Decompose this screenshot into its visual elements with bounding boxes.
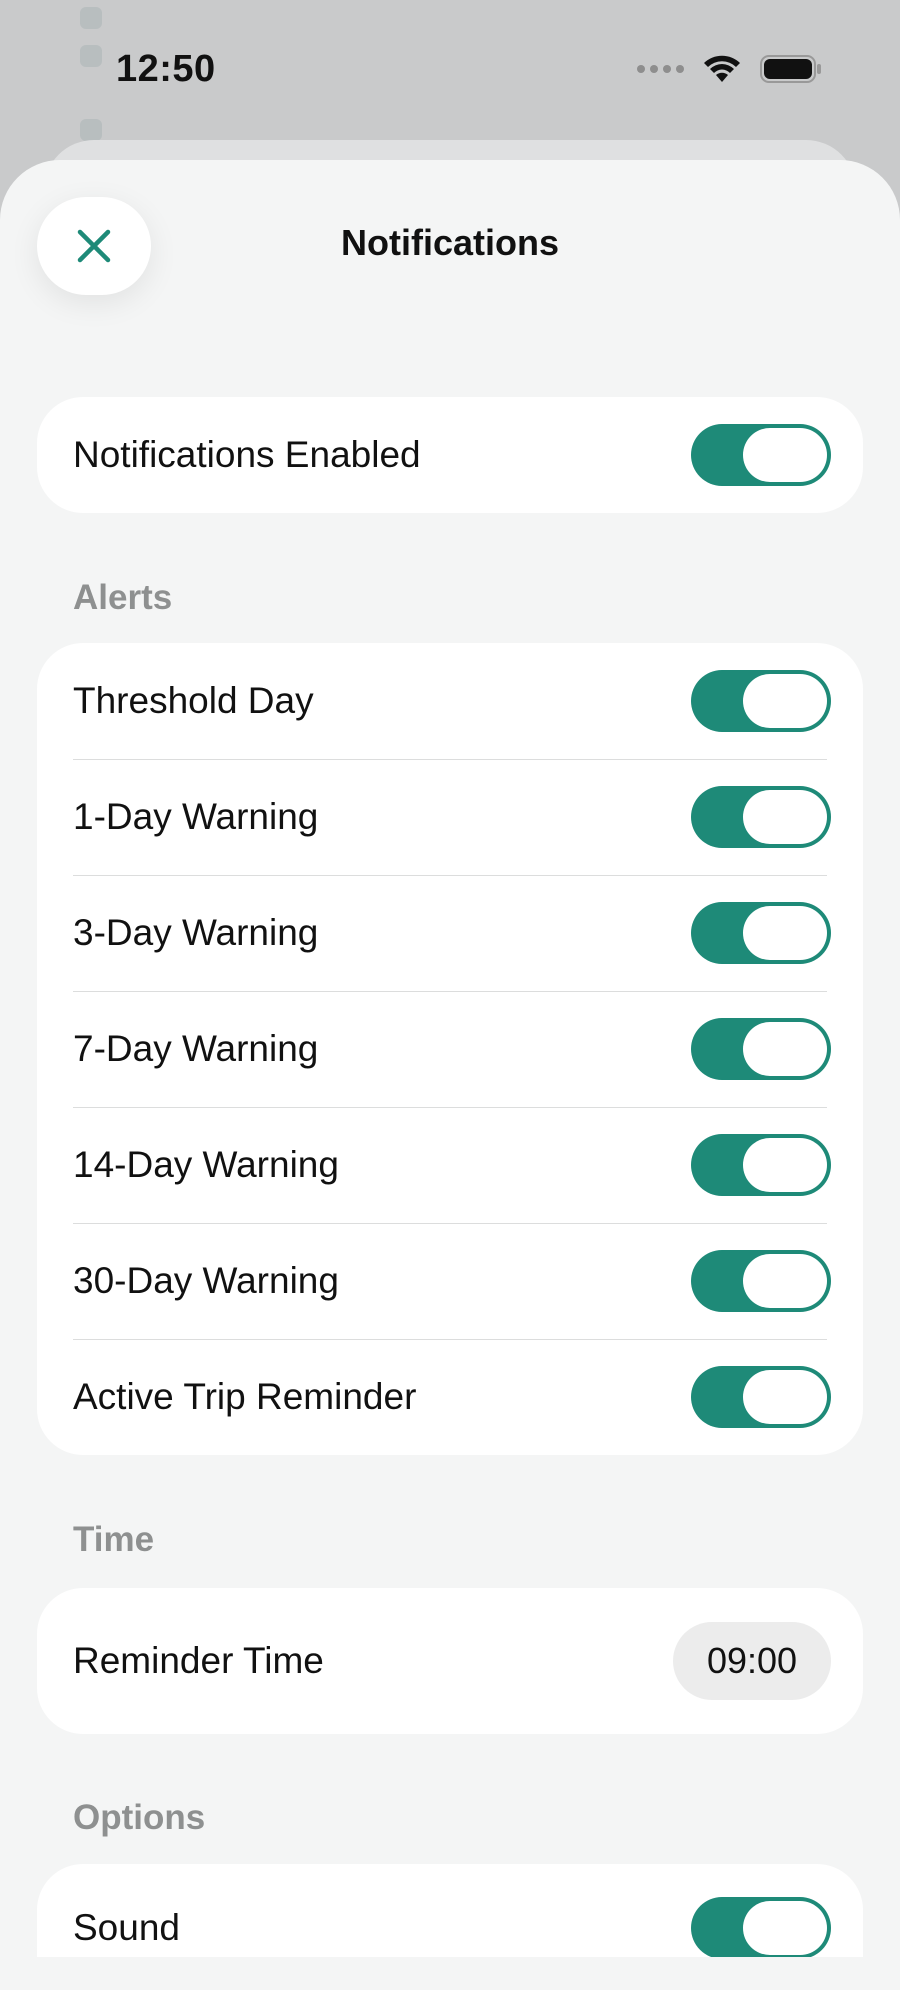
toggle-knob [743, 1138, 827, 1192]
reminder-time-picker[interactable]: 09:00 [673, 1622, 831, 1700]
section-header-options: Options [73, 1798, 206, 1837]
wifi-icon [704, 55, 740, 82]
time-card: Reminder Time 09:00 [37, 1588, 863, 1734]
notifications-enabled-toggle[interactable] [691, 424, 831, 486]
sound-toggle[interactable] [691, 1897, 831, 1957]
row-label: 7-Day Warning [73, 1028, 319, 1069]
alert-row-14-day-warning: 14-Day Warning [37, 1107, 863, 1223]
page-title: Notifications [340, 222, 559, 263]
row-label: 3-Day Warning [73, 912, 319, 953]
row-label: Active Trip Reminder [73, 1376, 417, 1417]
toggle-knob [743, 1254, 827, 1308]
toggle-knob [743, 906, 827, 960]
alerts-card: Threshold Day 1-Day Warning 3-Day Warnin… [37, 643, 863, 1455]
alert-row-threshold-day: Threshold Day [37, 643, 863, 759]
toggle-knob [743, 428, 827, 482]
section-header-time: Time [73, 1520, 155, 1559]
3-day-warning-toggle[interactable] [691, 902, 831, 964]
section-header-alerts: Alerts [73, 578, 173, 617]
alert-row-active-trip-reminder: Active Trip Reminder [37, 1339, 863, 1455]
alert-row-30-day-warning: 30-Day Warning [37, 1223, 863, 1339]
master-toggle-card: Notifications Enabled [37, 397, 863, 513]
30-day-warning-toggle[interactable] [691, 1250, 831, 1312]
status-time: 12:50 [116, 48, 216, 90]
alert-row-3-day-warning: 3-Day Warning [37, 875, 863, 991]
alert-row-7-day-warning: 7-Day Warning [37, 991, 863, 1107]
row-label: 14-Day Warning [73, 1144, 339, 1185]
sound-row: Sound [37, 1864, 863, 1957]
toggle-knob [743, 790, 827, 844]
toggle-knob [743, 674, 827, 728]
row-label: Reminder Time [73, 1640, 324, 1681]
options-card: Sound [37, 1864, 863, 1957]
row-label: Sound [73, 1907, 180, 1948]
cellular-icon [637, 65, 684, 73]
row-label: Notifications Enabled [73, 434, 421, 475]
1-day-warning-toggle[interactable] [691, 786, 831, 848]
status-bar: 12:50 [0, 0, 900, 150]
battery-icon [760, 55, 821, 83]
status-icons [637, 54, 822, 84]
toggle-knob [743, 1370, 827, 1424]
row-label: 30-Day Warning [73, 1260, 339, 1301]
toggle-knob [743, 1022, 827, 1076]
row-label: 1-Day Warning [73, 796, 319, 837]
notifications-enabled-row: Notifications Enabled [37, 397, 863, 513]
row-label: Threshold Day [73, 680, 314, 721]
active-trip-reminder-toggle[interactable] [691, 1366, 831, 1428]
toggle-knob [743, 1901, 827, 1955]
14-day-warning-toggle[interactable] [691, 1134, 831, 1196]
reminder-time-row: Reminder Time 09:00 [37, 1588, 863, 1734]
threshold-day-toggle[interactable] [691, 670, 831, 732]
7-day-warning-toggle[interactable] [691, 1018, 831, 1080]
alert-row-1-day-warning: 1-Day Warning [37, 759, 863, 875]
